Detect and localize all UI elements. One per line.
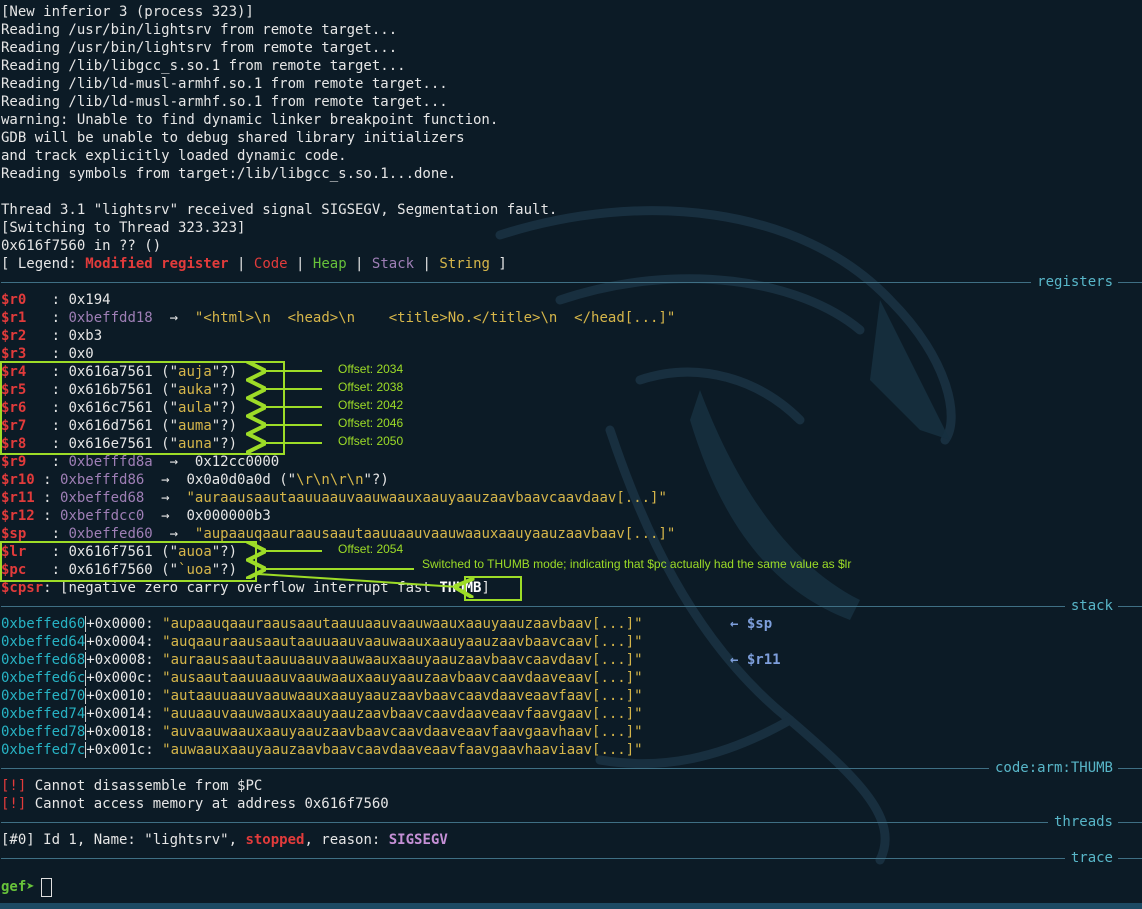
register-r12: $r12 : 0xbeffdcc0 → 0x000000b3 (1, 508, 271, 524)
output-line: warning: Unable to find dynamic linker b… (1, 112, 499, 128)
text-cursor[interactable] (40, 877, 52, 897)
output-line: [Switching to Thread 323.323] (1, 220, 246, 236)
offset-annotation-r5: Offset: 2038 (338, 380, 404, 394)
register-r9: $r9 : 0xbefffd8a → 0x12cc0000 (1, 454, 280, 470)
stack-offset: +0x0014: (85, 706, 163, 722)
highlight-box-r4-r8 (0, 361, 285, 455)
stack-offset: +0x000c: (85, 670, 163, 686)
window-bottom-bar (0, 903, 1142, 909)
stack-separator: stack (1, 597, 1142, 615)
gdb-output-log: [New inferior 3 (process 323)] Reading /u… (1, 3, 1142, 255)
code-section-title: code:arm:THUMB (988, 759, 1118, 777)
stack-row: 0xbeffed60+0x0000: "aupaauqaauraausaauta… (1, 615, 1142, 633)
stack-string: "aupaauqaauraausaautaauuaauvaauwaauxaauy… (162, 616, 643, 632)
stack-row: 0xbeffed64+0x0004: "auqaauraausaautaauua… (1, 633, 1142, 651)
stack-string: "auqaauraausaautaauuaauvaauwaauxaauyaauz… (162, 634, 643, 650)
prompt-label: gef➤ (1, 879, 35, 895)
thread-line: [#0] Id 1, Name: "lightsrv", stopped, re… (1, 832, 448, 848)
offset-annotation-lr: Offset: 2054 (338, 542, 404, 556)
stack-string: "autaauuaauvaauwaauxaauyaauzaavbaavcaavd… (162, 688, 643, 704)
output-line: Reading symbols from target:/lib/libgcc_… (1, 166, 457, 182)
stack-offset: +0x0010: (85, 688, 163, 704)
stack-string: "auwaauxaauyaauzaavbaavcaavdaaveaavfaavg… (162, 742, 643, 758)
stack-address: 0xbeffed64 (1, 634, 86, 650)
stack-row: 0xbeffed78+0x0018: "auvaauwaauxaauyaauza… (1, 723, 1142, 741)
output-line: and track explicitly loaded dynamic code… (1, 148, 347, 164)
code-message-1: [!] Cannot disassemble from $PC (1, 778, 263, 794)
stack-row: 0xbeffed68+0x0008: "auraausaautaauuaauva… (1, 651, 1142, 669)
stack-address: 0xbeffed70 (1, 688, 86, 704)
gdb-prompt[interactable]: gef➤ (1, 876, 1142, 898)
stack-section-title: stack (1064, 597, 1118, 615)
legend-line: [ Legend: Modified register | Code | Hea… (1, 256, 507, 272)
stack-string: "auraausaautaauuaauvaauwaauxaauyaauzaavb… (162, 652, 643, 668)
legend-stack: Stack (371, 256, 415, 272)
highlight-box-thumb (464, 576, 522, 601)
stack-row: 0xbeffed74+0x0014: "auuaauvaauwaauxaauya… (1, 705, 1142, 723)
legend-string: String (439, 256, 490, 272)
stack-string: "auvaauwaauxaauyaauzaavbaavcaavdaaveaavf… (162, 724, 643, 740)
stack-pointer-tag: ← $sp (730, 616, 773, 632)
legend-modified-register: Modified register (85, 256, 229, 272)
register-r2: $r2 : 0xb3 (1, 328, 103, 344)
thread-state: stopped (245, 832, 305, 848)
stack-address: 0xbeffed78 (1, 724, 86, 740)
trace-separator: trace (1, 849, 1142, 867)
stack-offset: +0x0004: (85, 634, 163, 650)
legend-code: Code (253, 256, 288, 272)
stack-address: 0xbeffed74 (1, 706, 86, 722)
stack-offset: +0x0008: (85, 652, 163, 668)
offset-annotation-r7: Offset: 2046 (338, 416, 404, 430)
stack-row: 0xbeffed70+0x0010: "autaauuaauvaauwaauxa… (1, 687, 1142, 705)
stack-offset: +0x0000: (85, 616, 163, 632)
output-line: 0x616f7560 in ?? () (1, 238, 162, 254)
threads-separator: threads (1, 813, 1142, 831)
stack-panel: 0xbeffed60+0x0000: "aupaauqaauraausaauta… (1, 615, 1142, 759)
output-line: [New inferior 3 (process 323)] (1, 4, 254, 20)
stack-address: 0xbeffed60 (1, 616, 86, 632)
registers-separator: registers (1, 273, 1142, 291)
output-line: Reading /usr/bin/lightsrv from remote ta… (1, 40, 398, 56)
code-separator: code:arm:THUMB (1, 759, 1142, 777)
legend-heap: Heap (312, 256, 347, 272)
stack-address: 0xbeffed6c (1, 670, 86, 686)
register-r11: $r11 : 0xbeffed68 → "auraausaautaauuaauv… (1, 490, 667, 506)
output-line: GDB will be unable to debug shared libra… (1, 130, 465, 146)
offset-annotation-r8: Offset: 2050 (338, 434, 404, 448)
code-message-2: [!] Cannot access memory at address 0x61… (1, 796, 389, 812)
stack-string: "ausaautaauuaauvaauwaauxaauyaauzaavbaavc… (162, 670, 643, 686)
output-line: Reading /lib/ld-musl-armhf.so.1 from rem… (1, 94, 448, 110)
output-line: Reading /lib/libgcc_s.so.1 from remote t… (1, 58, 406, 74)
highlight-box-lr-pc (0, 541, 257, 582)
output-line: Reading /lib/ld-musl-armhf.so.1 from rem… (1, 76, 448, 92)
offset-annotation-r4: Offset: 2034 (338, 362, 404, 376)
thumb-mode-note: Switched to THUMB mode; indicating that … (422, 557, 852, 571)
stack-row: 0xbeffed6c+0x000c: "ausaautaauuaauvaauwa… (1, 669, 1142, 687)
output-line: Reading /usr/bin/lightsrv from remote ta… (1, 22, 398, 38)
register-r1: $r1 : 0xbeffdd18 → "<html>\n <head>\n <t… (1, 310, 676, 326)
register-r10: $r10 : 0xbefffd86 → 0x0a0d0a0d ("\r\n\r\… (1, 472, 389, 488)
trace-section-title: trace (1064, 849, 1118, 867)
stack-row: 0xbeffed7c+0x001c: "auwaauxaauyaauzaavba… (1, 741, 1142, 759)
stack-address: 0xbeffed68 (1, 652, 86, 668)
stack-pointer-tag: ← $r11 (730, 652, 781, 668)
stack-string: "auuaauvaauwaauxaauyaauzaavbaavcaavdaave… (162, 706, 643, 722)
thread-reason: SIGSEGV (388, 832, 448, 848)
output-line: Thread 3.1 "lightsrv" received signal SI… (1, 202, 558, 218)
registers-section-title: registers (1031, 273, 1118, 291)
register-r0: $r0 : 0x194 (1, 292, 111, 308)
stack-address: 0xbeffed7c (1, 742, 86, 758)
threads-section-title: threads (1047, 813, 1118, 831)
stack-offset: +0x001c: (85, 742, 163, 758)
offset-annotation-r6: Offset: 2042 (338, 398, 404, 412)
stack-offset: +0x0018: (85, 724, 163, 740)
